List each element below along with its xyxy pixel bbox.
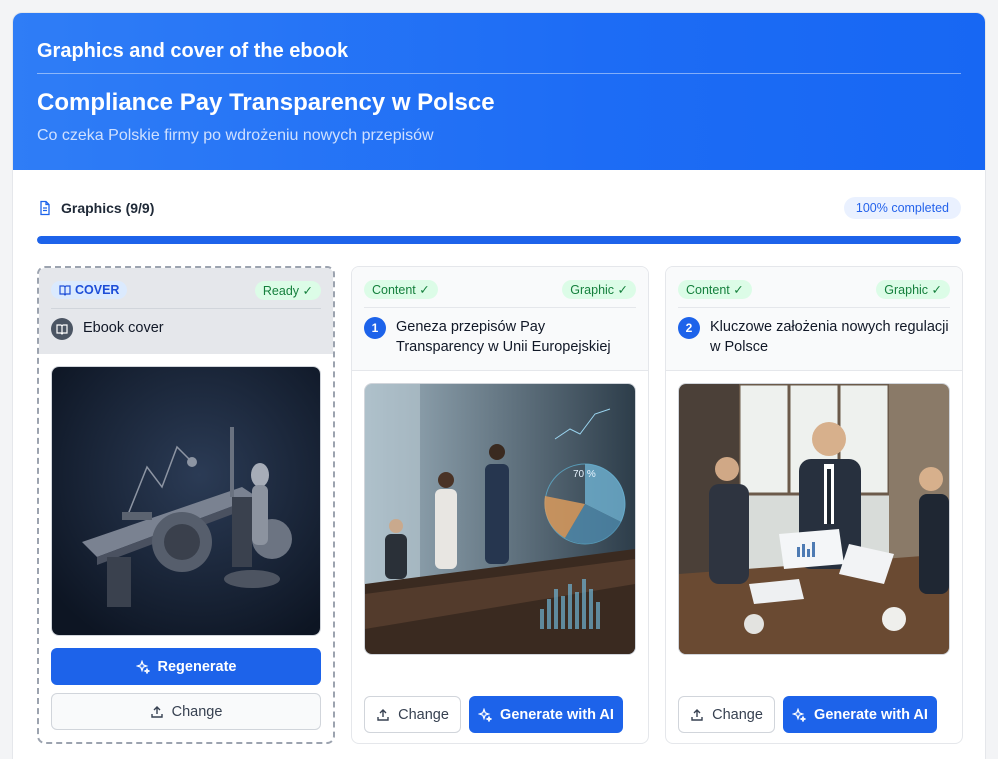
cover-image[interactable] [51,366,321,636]
graphic-status-tag: Graphic ✓ [562,279,636,299]
progress-area: Graphics (9/9) 100% completed [13,170,985,244]
completion-badge: 100% completed [843,197,961,219]
graphics-count-label: Graphics (9/9) [61,200,155,216]
panel-header: Graphics and cover of the ebook Complian… [13,13,985,170]
change-image-button[interactable]: Change [678,696,775,733]
cover-title: Ebook cover [83,320,164,336]
document-icon [37,200,53,216]
chart-overlay-label: 70 % [573,469,596,480]
cover-card: COVER Ready ✓ Ebook cover Regenerate Cha… [37,266,335,744]
header-divider [37,73,961,74]
change-image-button[interactable]: Change [364,696,461,733]
chapter-title: Geneza przepisów Pay Transparency w Unii… [396,319,611,355]
progress-bar [37,236,961,244]
sparkle-icon [135,659,150,674]
chapter-number-badge: 2 [678,317,700,339]
content-status-tag: Content ✓ [678,279,752,299]
book-icon [59,284,71,296]
upload-icon [690,708,704,722]
upload-icon [376,708,390,722]
sparkle-icon [792,707,807,722]
ebook-title: Compliance Pay Transparency w Polsce [37,89,495,116]
chapter-image[interactable]: 70 % [364,383,636,655]
graphics-panel: Graphics and cover of the ebook Complian… [12,12,986,759]
regenerate-button[interactable]: Regenerate [51,648,321,685]
content-status-tag: Content ✓ [364,279,438,299]
cover-tag: COVER [51,281,128,299]
chapter-card-2: Content ✓ Graphic ✓ 2 Kluczowe założenia… [665,266,963,744]
upload-icon [150,705,164,719]
section-title: Graphics and cover of the ebook [37,40,349,62]
graphic-status-tag: Graphic ✓ [876,279,950,299]
chapter-card-1: Content ✓ Graphic ✓ 1 Geneza przepisów P… [351,266,649,744]
progress-bar-fill [37,236,961,244]
ebook-subtitle: Co czeka Polskie firmy po wdrożeniu nowy… [37,127,434,144]
change-cover-button[interactable]: Change [51,693,321,730]
book-icon [51,318,73,340]
chapter-number-badge: 1 [364,317,386,339]
chapter-image[interactable] [678,383,950,655]
chapter-title: Kluczowe założenia nowych regulacji w Po… [710,319,949,355]
ready-status-badge: Ready ✓ [254,280,321,300]
generate-with-ai-button[interactable]: Generate with AI [469,696,623,733]
graphics-cards: COVER Ready ✓ Ebook cover Regenerate Cha… [37,266,963,744]
generate-with-ai-button[interactable]: Generate with AI [783,696,937,733]
sparkle-icon [478,707,493,722]
